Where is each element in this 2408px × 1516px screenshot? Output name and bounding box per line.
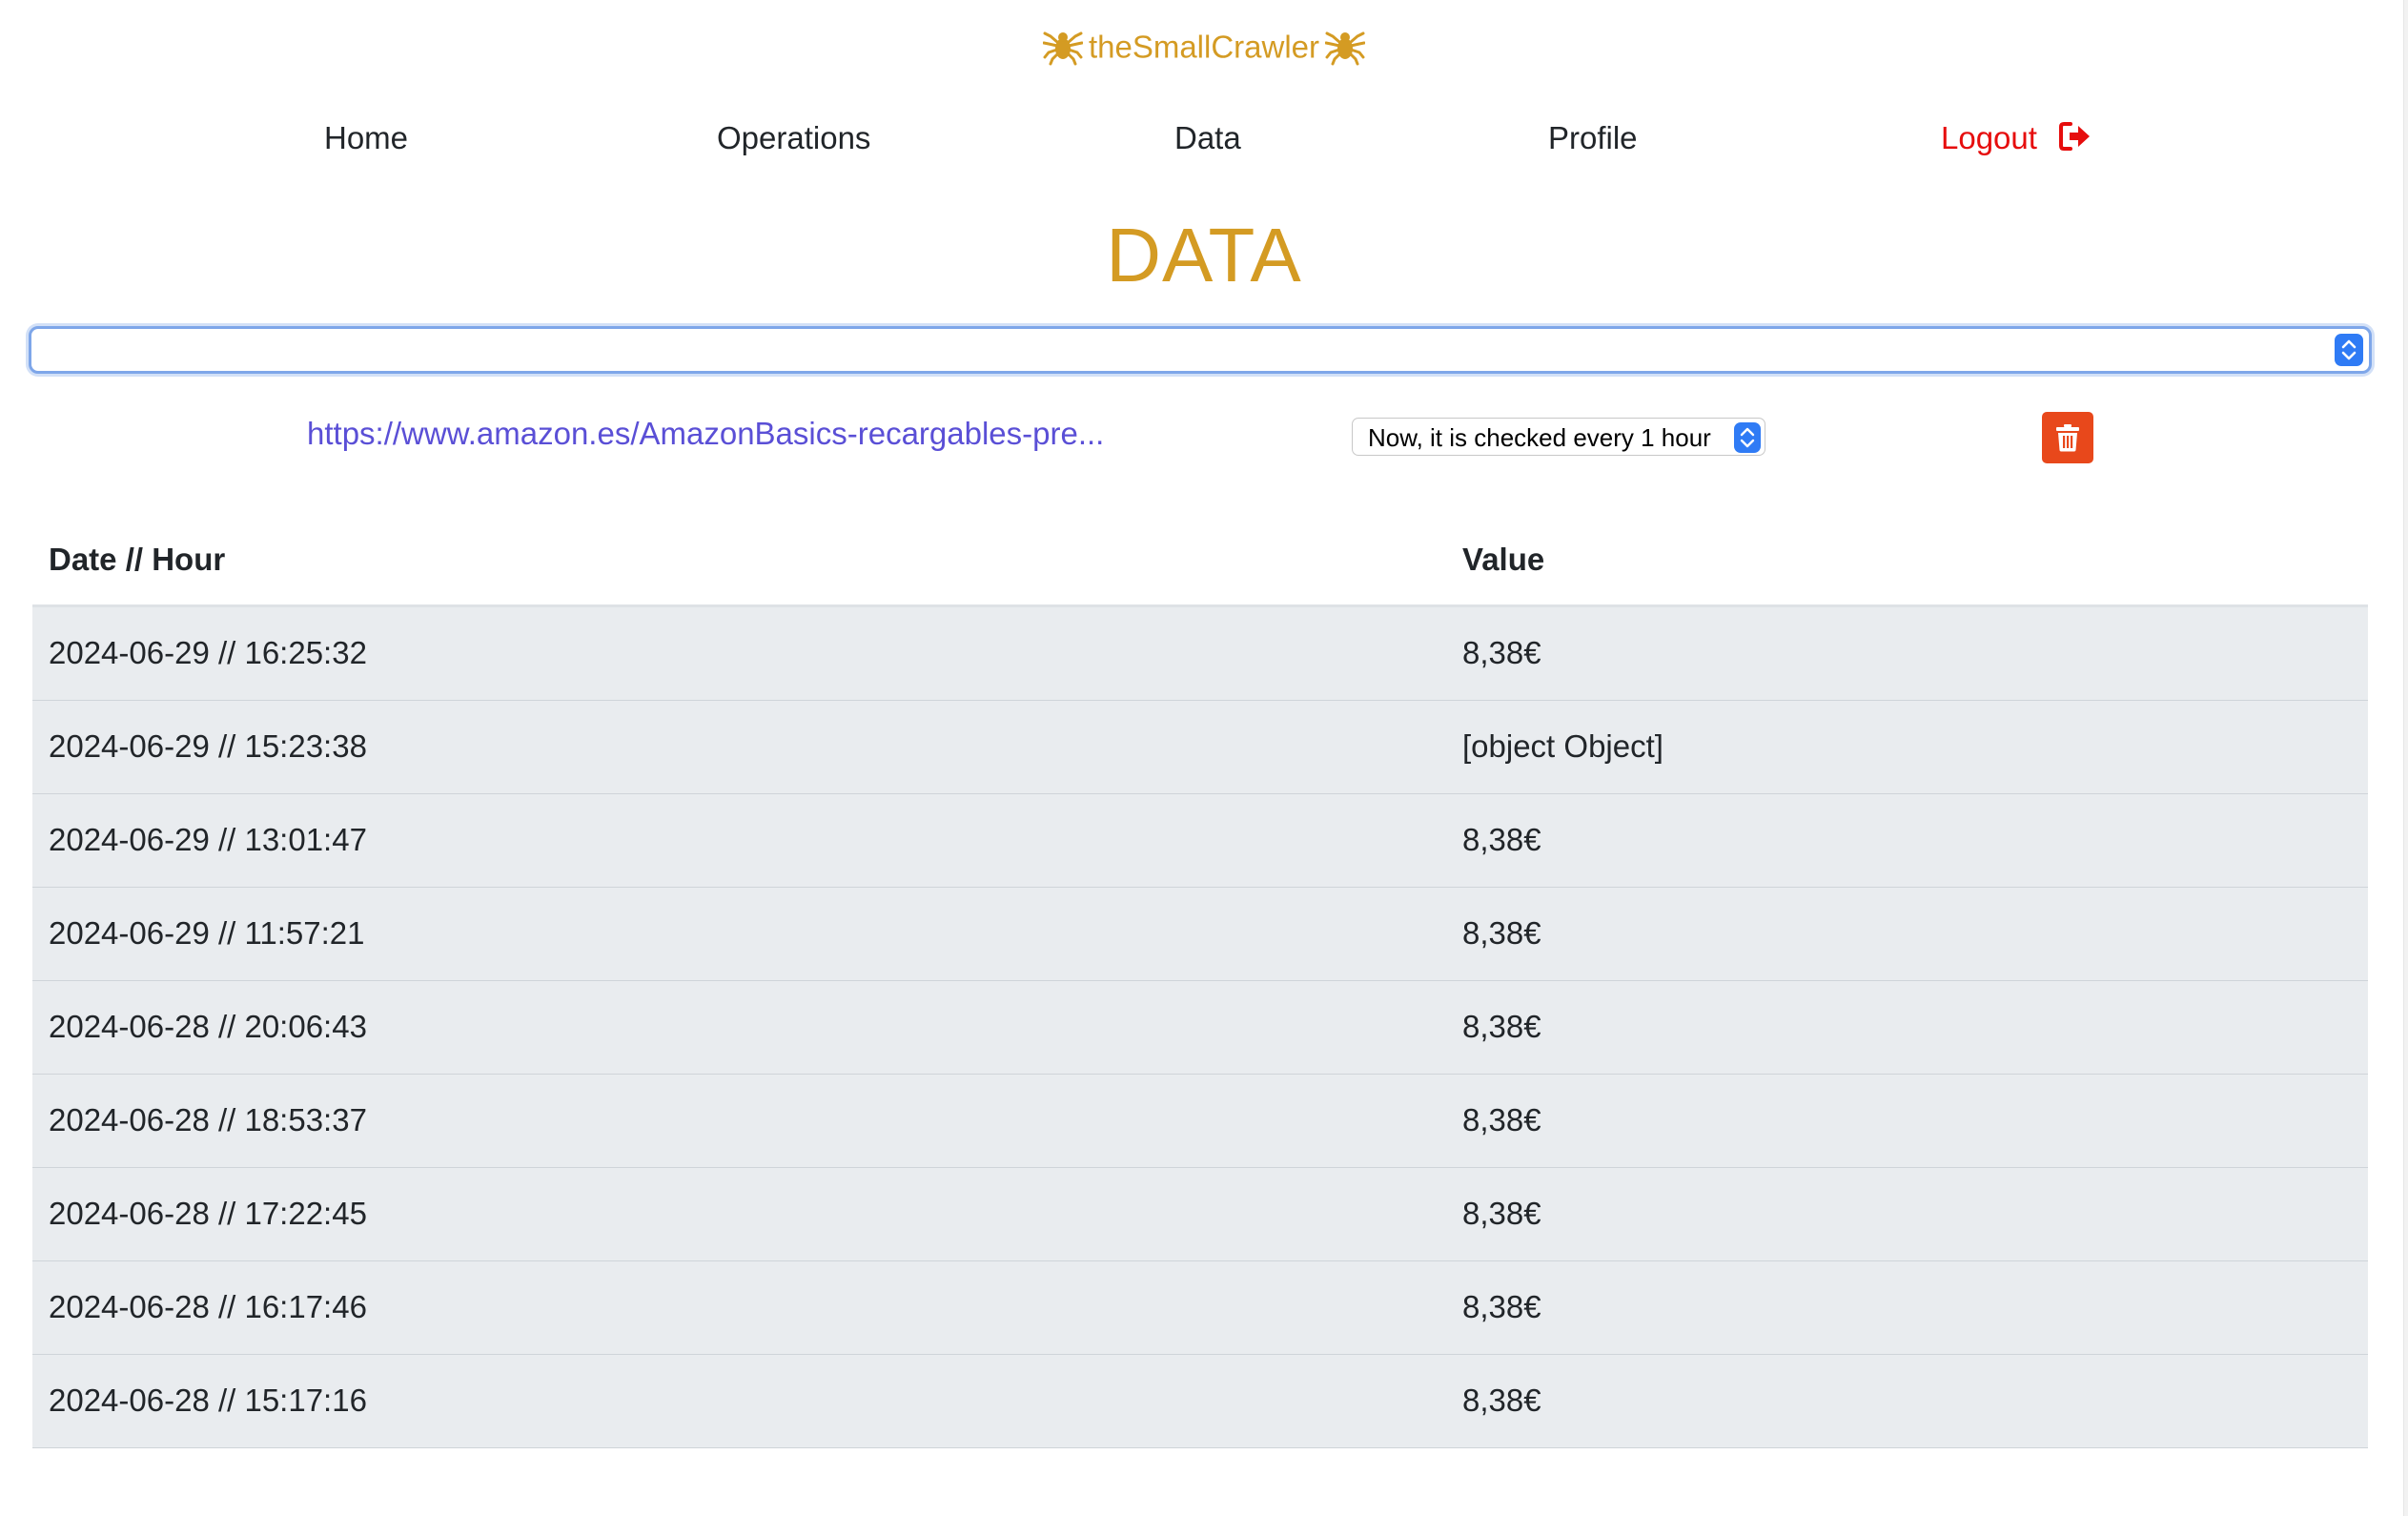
table-row: 2024-06-29 // 13:01:47 8,38€ (32, 794, 2368, 888)
frequency-select[interactable]: Now, it is checked every 1 hour (1352, 418, 1765, 456)
cell-value: 8,38€ (1462, 822, 1541, 857)
table-row: 2024-06-28 // 18:53:37 8,38€ (32, 1075, 2368, 1168)
table-row: 2024-06-29 // 11:57:21 8,38€ (32, 888, 2368, 981)
brand-header: theSmallCrawler (0, 21, 2408, 71)
table-row: 2024-06-28 // 15:17:16 8,38€ (32, 1355, 2368, 1448)
chevron-up-down-icon (2335, 334, 2363, 366)
logout-label: Logout (1941, 120, 2037, 155)
chevron-up-down-icon (1734, 422, 1761, 453)
url-select[interactable] (29, 326, 2372, 374)
table-row: 2024-06-29 // 15:23:38 [object Object] (32, 701, 2368, 794)
table-row: 2024-06-29 // 16:25:32 8,38€ (32, 607, 2368, 701)
nav-home[interactable]: Home (324, 113, 408, 164)
table-header: Date // Hour Value (32, 513, 2368, 607)
column-header-date: Date // Hour (49, 542, 226, 577)
cell-date: 2024-06-28 // 18:53:37 (49, 1102, 367, 1137)
cell-value: 8,38€ (1462, 635, 1541, 670)
nav-profile[interactable]: Profile (1548, 113, 1638, 164)
cell-value: [object Object] (1462, 728, 1663, 764)
column-header-value: Value (1462, 542, 1545, 577)
data-table: Date // Hour Value 2024-06-29 // 16:25:3… (32, 513, 2368, 1448)
table-row: 2024-06-28 // 17:22:45 8,38€ (32, 1168, 2368, 1261)
nav-operations[interactable]: Operations (717, 113, 870, 164)
cell-date: 2024-06-29 // 11:57:21 (49, 915, 365, 951)
cell-date: 2024-06-28 // 16:17:46 (49, 1289, 367, 1324)
delete-button[interactable] (2042, 412, 2093, 463)
page: theSmallCrawler Home Operations Data Pro… (0, 0, 2408, 1516)
brand-name: theSmallCrawler (1088, 29, 1320, 65)
page-title: DATA (1106, 213, 1302, 297)
cell-date: 2024-06-28 // 17:22:45 (49, 1196, 367, 1231)
scrollbar[interactable] (2403, 0, 2408, 1516)
cell-value: 8,38€ (1462, 1289, 1541, 1324)
spider-icon (1042, 28, 1084, 66)
cell-value: 8,38€ (1462, 1383, 1541, 1418)
cell-date: 2024-06-28 // 20:06:43 (49, 1009, 367, 1044)
nav-data[interactable]: Data (1174, 113, 1241, 164)
sign-out-icon (2058, 116, 2092, 151)
cell-date: 2024-06-29 // 15:23:38 (49, 728, 367, 764)
cell-value: 8,38€ (1462, 1196, 1541, 1231)
cell-value: 8,38€ (1462, 1102, 1541, 1137)
frequency-select-value: Now, it is checked every 1 hour (1368, 423, 1711, 452)
cell-date: 2024-06-28 // 15:17:16 (49, 1383, 367, 1418)
table-row: 2024-06-28 // 20:06:43 8,38€ (32, 981, 2368, 1075)
spider-icon (1324, 28, 1366, 66)
cell-date: 2024-06-29 // 13:01:47 (49, 822, 367, 857)
table-row: 2024-06-28 // 16:17:46 8,38€ (32, 1261, 2368, 1355)
product-url-link[interactable]: https://www.amazon.es/AmazonBasics-recar… (307, 410, 1104, 458)
cell-value: 8,38€ (1462, 1009, 1541, 1044)
cell-value: 8,38€ (1462, 915, 1541, 951)
cell-date: 2024-06-29 // 16:25:32 (49, 635, 367, 670)
nav-logout[interactable]: Logout (1941, 113, 2092, 164)
